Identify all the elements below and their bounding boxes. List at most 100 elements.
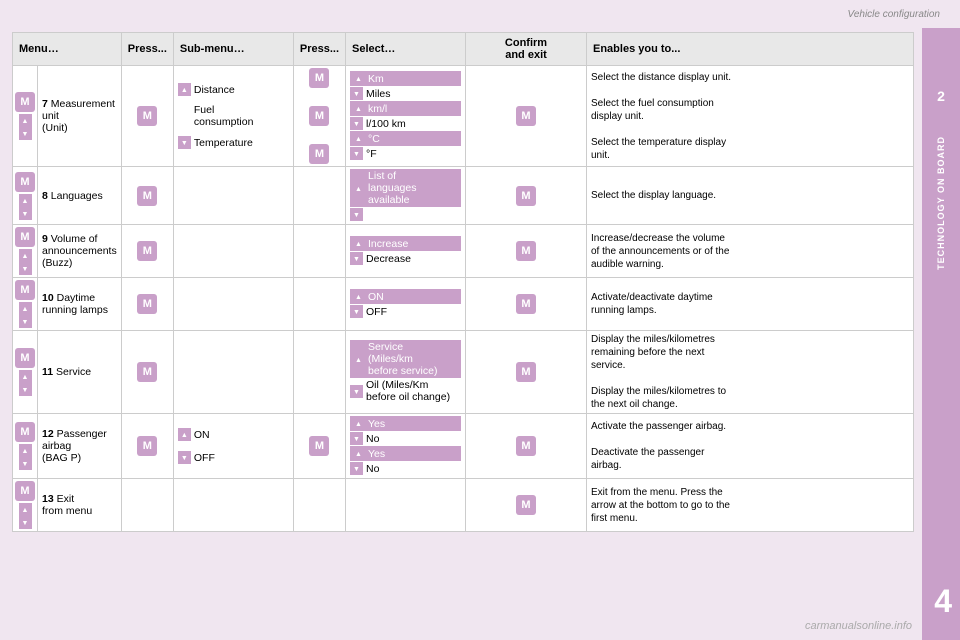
confirm-8[interactable]: M [466, 167, 587, 225]
col-select: Select… [346, 33, 466, 66]
sel-down-lang[interactable] [350, 208, 363, 221]
top-bar: Vehicle configuration [0, 0, 960, 28]
m-button-8[interactable]: M [15, 172, 35, 192]
sel-down-no2[interactable] [350, 462, 363, 475]
confirm-10[interactable]: M [466, 278, 587, 331]
arrow-up-10[interactable] [19, 302, 32, 315]
table-row: M 9 Volume ofannouncements(Buzz) M [13, 225, 914, 278]
press-m-12[interactable]: M [121, 414, 173, 479]
sel-down-miles[interactable] [350, 87, 363, 100]
confirm-11[interactable]: M [466, 331, 587, 414]
confirm-12[interactable]: M [466, 414, 587, 479]
arrow-down-13[interactable] [19, 516, 32, 529]
table-row: M 12 Passengerairbag(BAG P) M [13, 414, 914, 479]
press-m-8b [293, 167, 345, 225]
m-button-12[interactable]: M [15, 422, 35, 442]
enables-8: Select the display language. [587, 167, 914, 225]
press-m-12b[interactable]: M [293, 414, 345, 479]
sel-down-no1[interactable] [350, 432, 363, 445]
sel-up-km[interactable] [352, 72, 365, 85]
m-button-7-dist[interactable]: M [309, 68, 329, 88]
table-row: M 13 Exitfrom menu M [13, 479, 914, 532]
sel-up-service[interactable] [352, 353, 365, 366]
press-m-10b [293, 278, 345, 331]
menu-arrows-11: M [13, 331, 38, 414]
table-row: M 8 Languages M [13, 167, 914, 225]
select-10: ON OFF [346, 278, 466, 331]
submenu-arrow-up-7a[interactable] [178, 83, 191, 96]
m-button-9[interactable]: M [15, 227, 35, 247]
arrow-down-12[interactable] [19, 457, 32, 470]
sel-down-l100[interactable] [350, 117, 363, 130]
menu-arrows-9: M [13, 225, 38, 278]
m-button-7-temp[interactable]: M [309, 144, 329, 164]
sel-up-increase[interactable] [352, 237, 365, 250]
main-table-area: Menu… Press... Sub-menu… Press... Select… [0, 28, 922, 640]
sel-down-oil[interactable] [350, 385, 363, 398]
select-7: Km Miles km/l l/100 km °C °F [346, 66, 466, 167]
sel-down-fahrenheit[interactable] [350, 147, 363, 160]
sel-up-yes2[interactable] [352, 447, 365, 460]
press-m-13 [121, 479, 173, 532]
arrow-up-12[interactable] [19, 444, 32, 457]
confirm-9[interactable]: M [466, 225, 587, 278]
arrow-down-9[interactable] [19, 262, 32, 275]
submenu-8 [173, 167, 293, 225]
submenu-arrow-down-12b[interactable] [178, 451, 191, 464]
arrow-down-10[interactable] [19, 315, 32, 328]
arrow-up-11[interactable] [19, 370, 32, 383]
arrow-up-8[interactable] [19, 194, 32, 207]
m-button-12-on[interactable]: M [309, 436, 329, 456]
page-title: Vehicle configuration [848, 9, 940, 20]
col-press2: Press... [293, 33, 345, 66]
enables-10: Activate/deactivate daytimerunning lamps… [587, 278, 914, 331]
menu-arrows-7: M [13, 66, 38, 167]
enables-9: Increase/decrease the volumeof the annou… [587, 225, 914, 278]
arrow-up-7[interactable] [19, 114, 32, 127]
table-row: M 7 Measurementunit(Unit) M [13, 66, 914, 167]
press-m-7b[interactable]: M M M [293, 66, 345, 167]
sidebar-label: TECHNOLOGY ON BOARD [936, 136, 946, 270]
sel-up-lang[interactable] [352, 182, 365, 195]
press-m-9[interactable]: M [121, 225, 173, 278]
menu-arrows-13: M [13, 479, 38, 532]
menu-label-9: 9 Volume ofannouncements(Buzz) [38, 225, 122, 278]
arrow-up-13[interactable] [19, 503, 32, 516]
menu-arrows-12: M [13, 414, 38, 479]
submenu-11 [173, 331, 293, 414]
select-11: Service(Miles/kmbefore service) Oil (Mil… [346, 331, 466, 414]
press-m-13b [293, 479, 345, 532]
table-row: M 10 Daytimerunning lamps M [13, 278, 914, 331]
sel-up-yes1[interactable] [352, 417, 365, 430]
sel-up-kml[interactable] [352, 102, 365, 115]
m-button-7[interactable]: M [15, 92, 35, 112]
right-sidebar: 2 TECHNOLOGY ON BOARD 4 [922, 28, 960, 640]
submenu-arrow-up-12a[interactable] [178, 428, 191, 441]
m-button-7-fuel[interactable]: M [309, 106, 329, 126]
sel-up-on[interactable] [352, 290, 365, 303]
confirm-13[interactable]: M [466, 479, 587, 532]
sel-down-off[interactable] [350, 305, 363, 318]
menu-label-10: 10 Daytimerunning lamps [38, 278, 122, 331]
submenu-arrow-down-7c[interactable] [178, 136, 191, 149]
m-button-11[interactable]: M [15, 348, 35, 368]
press-m-10[interactable]: M [121, 278, 173, 331]
m-button-10[interactable]: M [15, 280, 35, 300]
select-12: Yes No Yes No [346, 414, 466, 479]
press-m-8[interactable]: M [121, 167, 173, 225]
submenu-12: ON OFF [173, 414, 293, 479]
confirm-7[interactable]: M [466, 66, 587, 167]
arrow-down-8[interactable] [19, 207, 32, 220]
config-table: Menu… Press... Sub-menu… Press... Select… [12, 32, 914, 532]
press-m-11[interactable]: M [121, 331, 173, 414]
m-button-13[interactable]: M [15, 481, 35, 501]
menu-label-7: 7 Measurementunit(Unit) [38, 66, 122, 167]
sel-down-decrease[interactable] [350, 252, 363, 265]
arrow-down-7[interactable] [19, 127, 32, 140]
menu-arrows-8: M [13, 167, 38, 225]
press-m-7[interactable]: M [121, 66, 173, 167]
bottom-number: 4 [934, 583, 952, 620]
arrow-up-9[interactable] [19, 249, 32, 262]
sel-up-celsius[interactable] [352, 132, 365, 145]
arrow-down-11[interactable] [19, 383, 32, 396]
